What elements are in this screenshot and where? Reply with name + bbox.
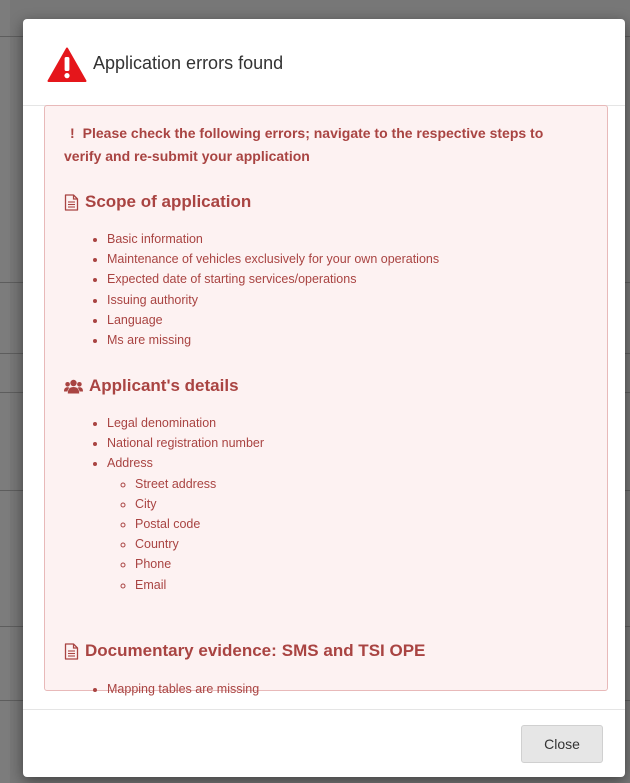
document-icon bbox=[64, 193, 79, 211]
exclamation-icon: ! bbox=[70, 125, 75, 141]
evidence-error-list: Mapping tables are missing bbox=[91, 679, 259, 699]
users-icon bbox=[64, 379, 83, 393]
scope-error-list: Basic information Maintenance of vehicle… bbox=[91, 229, 439, 350]
dialog-footer: Close bbox=[23, 709, 625, 778]
applicant-error-list: Legal denomination National registration… bbox=[91, 413, 264, 595]
list-item: Phone bbox=[135, 554, 264, 574]
list-item: Basic information bbox=[107, 229, 439, 249]
list-item: Country bbox=[135, 534, 264, 554]
list-item: Expected date of starting services/opera… bbox=[107, 269, 439, 289]
list-item: Postal code bbox=[135, 514, 264, 534]
list-item: City bbox=[135, 494, 264, 514]
section-evidence-title: Documentary evidence: bbox=[85, 641, 277, 660]
section-applicant-heading: Applicant's details bbox=[64, 376, 239, 396]
list-item-label: Address bbox=[107, 456, 153, 471]
error-alert: ! Please check the following errors; navi… bbox=[44, 105, 608, 696]
section-scope-title: Scope of application bbox=[85, 192, 252, 211]
alert-intro: ! Please check the following errors; navi… bbox=[64, 122, 584, 168]
section-evidence-subject: SMS and TSI OPE bbox=[281, 641, 426, 660]
list-item: Email bbox=[135, 575, 264, 595]
dialog-header: Application errors found bbox=[23, 19, 625, 106]
list-item: National registration number bbox=[107, 433, 264, 453]
list-item: Maintenance of vehicles exclusively for … bbox=[107, 249, 439, 269]
section-evidence-heading: Documentary evidence: SMS and TSI OPE bbox=[64, 641, 425, 661]
warning-triangle-icon bbox=[47, 47, 87, 82]
list-item: Issuing authority bbox=[107, 290, 439, 310]
dialog-title: Application errors found bbox=[93, 53, 284, 73]
list-item: Legal denomination bbox=[107, 413, 264, 433]
document-icon bbox=[64, 642, 79, 660]
section-applicant-title: Applicant's details bbox=[89, 376, 239, 395]
alert-intro-text: Please check the following errors; navig… bbox=[64, 125, 544, 164]
list-item: Ms are missing bbox=[107, 330, 439, 350]
list-item-address: Address Street address City Postal code … bbox=[107, 453, 264, 594]
list-item: Mapping tables are missing bbox=[107, 679, 259, 699]
close-button[interactable]: Close bbox=[521, 725, 603, 763]
list-item: Language bbox=[107, 310, 439, 330]
section-scope-heading: Scope of application bbox=[64, 192, 251, 212]
address-error-list: Street address City Postal code Country … bbox=[107, 474, 264, 595]
list-item: Street address bbox=[135, 474, 264, 494]
errors-dialog: Application errors found ! Please check t… bbox=[23, 19, 625, 777]
